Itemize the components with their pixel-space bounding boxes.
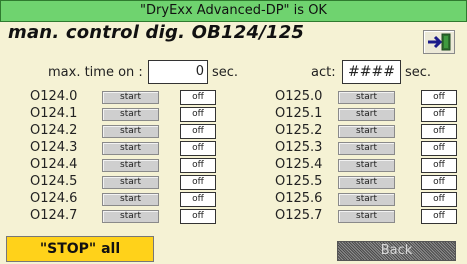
stop-all-button[interactable]: "STOP" all [6,236,154,262]
state-indicator: off [180,158,216,173]
state-indicator: off [180,141,216,156]
output-label: O125.5 [275,174,323,189]
output-label: O125.4 [275,157,323,172]
state-indicator: off [421,124,457,139]
state-indicator: off [421,90,457,105]
output-label: O125.7 [275,208,323,223]
output-label: O125.3 [275,140,323,155]
exit-door-icon [428,33,451,51]
start-button[interactable]: start [338,159,395,172]
start-button[interactable]: start [102,176,159,189]
state-indicator: off [180,209,216,224]
start-button[interactable]: start [338,91,395,104]
state-indicator: off [421,175,457,190]
state-indicator: off [421,209,457,224]
start-button[interactable]: start [338,193,395,206]
start-button[interactable]: start [338,210,395,223]
state-indicator: off [180,192,216,207]
start-button[interactable]: start [102,125,159,138]
act-value: #### [342,60,401,84]
output-label: O124.2 [30,123,78,138]
status-bar: "DryExx Advanced-DP" is OK [0,0,467,22]
start-button[interactable]: start [102,142,159,155]
max-time-input[interactable]: 0 [148,60,208,84]
state-indicator: off [180,175,216,190]
act-label: act: [311,65,336,80]
start-button[interactable]: start [338,142,395,155]
state-indicator: off [421,141,457,156]
back-button[interactable]: Back [337,241,456,261]
start-button[interactable]: start [338,108,395,121]
output-label: O125.2 [275,123,323,138]
start-button[interactable]: start [102,108,159,121]
output-label: O125.0 [275,89,323,104]
state-indicator: off [421,192,457,207]
start-button[interactable]: start [338,176,395,189]
state-indicator: off [421,107,457,122]
state-indicator: off [421,158,457,173]
output-label: O124.1 [30,106,78,121]
output-label: O124.3 [30,140,78,155]
max-time-label: max. time on : [48,65,143,80]
state-indicator: off [180,124,216,139]
state-indicator: off [180,90,216,105]
act-unit: sec. [405,65,432,80]
page-title: man. control dig. OB124/125 [8,22,305,43]
start-button[interactable]: start [338,125,395,138]
max-time-unit: sec. [212,65,239,80]
output-label: O125.6 [275,191,323,206]
exit-button[interactable] [423,30,455,54]
output-label: O124.7 [30,208,78,223]
start-button[interactable]: start [102,193,159,206]
output-label: O125.1 [275,106,323,121]
state-indicator: off [180,107,216,122]
start-button[interactable]: start [102,91,159,104]
start-button[interactable]: start [102,159,159,172]
output-label: O124.4 [30,157,78,172]
start-button[interactable]: start [102,210,159,223]
screen: "DryExx Advanced-DP" is OK man. control … [0,0,467,264]
output-label: O124.0 [30,89,78,104]
output-label: O124.6 [30,191,78,206]
output-label: O124.5 [30,174,78,189]
